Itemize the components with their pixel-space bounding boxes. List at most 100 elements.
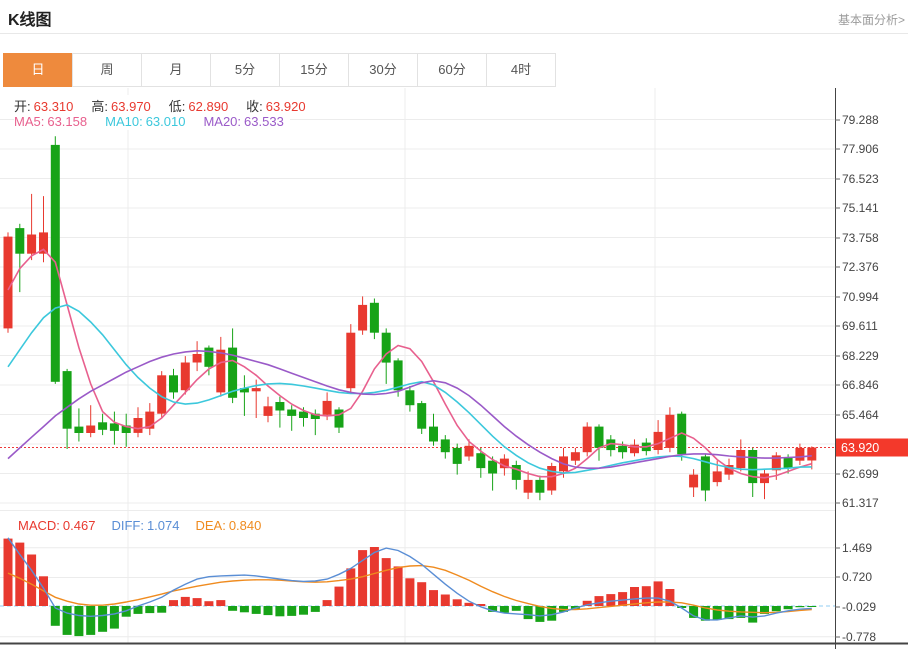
ma-readout: MA5: 63.158 MA10: 63.010 MA20: 63.533 xyxy=(14,113,290,130)
macd-bar xyxy=(618,592,628,606)
macd-bar xyxy=(440,594,450,606)
candle xyxy=(488,460,498,474)
page-title: K线图 xyxy=(8,12,52,29)
price-axis-label: 65.464 xyxy=(842,408,879,422)
price-axis-label: 68.229 xyxy=(842,349,879,363)
candle xyxy=(807,447,817,461)
fundamental-analysis-link[interactable]: 基本面分析> xyxy=(838,11,905,28)
candle xyxy=(74,426,84,433)
macd-bar xyxy=(417,582,427,606)
candle xyxy=(133,418,143,433)
candle xyxy=(547,466,557,491)
kline-module: 79.288 77.906 76.523 75.141 73.758 72.376 70.9… xyxy=(0,0,908,649)
candle xyxy=(180,362,190,391)
candle xyxy=(570,452,580,461)
tab-month[interactable]: 月 xyxy=(141,53,211,87)
macd-bar xyxy=(606,594,616,606)
macd-bar xyxy=(251,606,261,614)
macd-bar xyxy=(322,600,332,606)
candle xyxy=(511,465,521,480)
macd-bar xyxy=(783,606,793,610)
candle xyxy=(736,450,746,469)
macd-bar xyxy=(429,590,438,606)
tab-60min[interactable]: 60分 xyxy=(417,53,487,87)
macd-bar xyxy=(771,606,781,612)
macd-bar xyxy=(712,606,722,620)
candle xyxy=(712,471,722,483)
macd-bar xyxy=(310,606,320,612)
candle xyxy=(109,423,119,431)
tab-week[interactable]: 周 xyxy=(72,53,142,87)
tab-4hour[interactable]: 4时 xyxy=(486,53,556,87)
macd-bar xyxy=(795,606,805,608)
candle xyxy=(523,479,533,493)
candle xyxy=(216,349,226,393)
macd-bar xyxy=(346,568,356,606)
candle xyxy=(86,425,96,433)
price-axis-label: 73.758 xyxy=(842,231,879,245)
price-axis-label: 70.994 xyxy=(842,290,879,304)
interval-tabs: 日 周 月 5分 15分 30分 60分 4时 xyxy=(3,53,556,87)
price-axis-label: 69.611 xyxy=(842,319,878,333)
macd-bar xyxy=(523,606,533,620)
macd-bar xyxy=(145,606,155,614)
grid-layer xyxy=(0,88,835,643)
candle xyxy=(322,400,332,415)
macd-bar xyxy=(748,606,758,623)
macd-bar xyxy=(369,547,379,606)
candle xyxy=(429,426,438,442)
candle xyxy=(665,414,675,448)
candle xyxy=(15,228,25,254)
macd-bar xyxy=(287,606,297,616)
macd-axis-label: -0.029 xyxy=(842,600,876,614)
macd-bar xyxy=(334,586,344,606)
macd-bar xyxy=(381,558,391,606)
candle xyxy=(535,479,545,493)
candle xyxy=(689,474,699,488)
price-axis-label: 66.846 xyxy=(842,378,879,392)
macd-axis-label: 0.720 xyxy=(842,570,872,584)
candle xyxy=(417,403,427,429)
candle xyxy=(299,411,308,418)
price-axis-label: 61.317 xyxy=(842,496,879,510)
macd-bar xyxy=(74,606,84,637)
candle xyxy=(582,426,592,453)
macd-layer xyxy=(3,537,817,637)
candle xyxy=(62,371,72,429)
macd-axis-label: -0.778 xyxy=(842,630,876,644)
macd-bar xyxy=(807,606,817,607)
macd-bar xyxy=(62,606,72,635)
macd-bar xyxy=(263,606,273,616)
price-axis-label: 77.906 xyxy=(842,142,879,156)
macd-bar xyxy=(169,600,178,606)
macd-bar xyxy=(299,606,308,615)
candle xyxy=(464,445,474,457)
tab-day[interactable]: 日 xyxy=(3,53,73,87)
dea-value-readout: DEA: 0.840 xyxy=(195,518,262,533)
ma5-readout: MA5: 63.158 xyxy=(14,114,88,129)
macd-bar xyxy=(98,606,108,632)
candle xyxy=(27,234,37,254)
tab-5min[interactable]: 5分 xyxy=(210,53,280,87)
candle xyxy=(405,390,415,406)
candle xyxy=(440,439,450,453)
price-axis-label: 75.141 xyxy=(842,201,879,215)
diff-value-readout: DIFF: 1.074 xyxy=(111,518,180,533)
candle xyxy=(275,402,285,411)
candle xyxy=(783,457,793,469)
header-divider xyxy=(0,33,908,34)
macd-bar xyxy=(594,596,604,606)
tab-15min[interactable]: 15分 xyxy=(279,53,349,87)
candle xyxy=(795,447,805,461)
macd-bar xyxy=(109,606,119,629)
price-axis-label: 62.699 xyxy=(842,467,879,481)
candle xyxy=(287,409,297,416)
candle xyxy=(251,388,261,392)
candle xyxy=(452,447,462,464)
macd-readout: MACD: 0.467 DIFF: 1.074 DEA: 0.840 xyxy=(18,517,267,534)
macd-bar xyxy=(86,606,96,635)
tab-30min[interactable]: 30分 xyxy=(348,53,418,87)
macd-bar xyxy=(27,554,37,606)
candle xyxy=(476,453,486,469)
macd-bar xyxy=(511,606,521,611)
